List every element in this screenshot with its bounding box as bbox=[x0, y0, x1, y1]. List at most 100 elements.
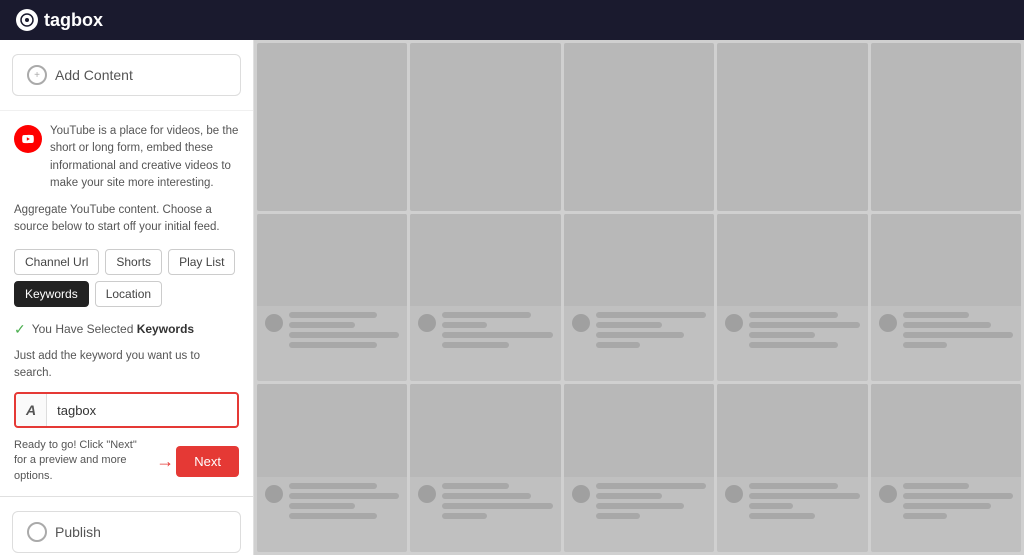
cell-lines bbox=[289, 312, 399, 348]
cell-line bbox=[442, 483, 508, 489]
grid-cell bbox=[257, 214, 407, 382]
keyword-prefix: A bbox=[16, 394, 47, 426]
cell-line bbox=[289, 332, 399, 338]
cell-line bbox=[903, 513, 947, 519]
cell-avatar bbox=[572, 314, 590, 332]
grid-cell-image bbox=[717, 214, 867, 306]
cell-lines bbox=[749, 312, 859, 348]
cell-line bbox=[596, 312, 706, 318]
grid-cell-content bbox=[410, 477, 560, 552]
cell-lines bbox=[596, 483, 706, 519]
grid-cell-content bbox=[410, 306, 560, 381]
keyword-input[interactable] bbox=[47, 395, 237, 426]
cell-avatar bbox=[265, 485, 283, 503]
cell-line bbox=[903, 493, 1013, 499]
cell-lines bbox=[442, 483, 552, 519]
cell-line bbox=[749, 503, 793, 509]
selected-label: You Have Selected Keywords bbox=[32, 322, 194, 336]
grid-cell-content bbox=[257, 306, 407, 381]
source-btn-location[interactable]: Location bbox=[95, 281, 162, 307]
logo-text: tagbox bbox=[44, 10, 103, 31]
content-grid bbox=[254, 40, 1024, 555]
source-btn-shorts[interactable]: Shorts bbox=[105, 249, 162, 275]
cell-lines bbox=[596, 312, 706, 348]
grid-cell bbox=[717, 384, 867, 552]
cell-line bbox=[289, 513, 377, 519]
grid-cell bbox=[564, 214, 714, 382]
grid-cell bbox=[410, 214, 560, 382]
grid-cell-image bbox=[717, 384, 867, 476]
grid-cell-image bbox=[410, 43, 560, 211]
grid-cell bbox=[410, 384, 560, 552]
add-content-button[interactable]: + Add Content bbox=[12, 54, 241, 96]
selected-indicator: ✓ You Have Selected Keywords bbox=[14, 321, 239, 338]
cell-line bbox=[442, 503, 552, 509]
grid-cell bbox=[871, 214, 1021, 382]
grid-cell bbox=[257, 43, 407, 211]
grid-cell-image bbox=[410, 384, 560, 476]
main-layout: + Add Content YouTube is a place for vid… bbox=[0, 40, 1024, 555]
keyword-input-wrapper: A bbox=[16, 394, 237, 426]
grid-cell bbox=[410, 43, 560, 211]
cell-avatar bbox=[418, 314, 436, 332]
cell-line bbox=[289, 493, 399, 499]
keyword-input-container: A bbox=[14, 392, 239, 428]
cell-line bbox=[596, 513, 640, 519]
cell-line bbox=[903, 332, 1013, 338]
grid-cell-image bbox=[564, 214, 714, 306]
cell-avatar bbox=[725, 314, 743, 332]
cell-avatar bbox=[879, 314, 897, 332]
cell-line bbox=[749, 342, 837, 348]
grid-cell-image bbox=[717, 43, 867, 211]
cell-line bbox=[289, 342, 377, 348]
grid-cell-image bbox=[257, 384, 407, 476]
cell-line bbox=[903, 322, 991, 328]
youtube-description: YouTube is a place for videos, be the sh… bbox=[50, 123, 239, 192]
cell-lines bbox=[903, 312, 1013, 348]
add-content-icon: + bbox=[27, 65, 47, 85]
publish-button[interactable]: Publish bbox=[12, 511, 241, 553]
grid-cell-content bbox=[564, 477, 714, 552]
cell-lines bbox=[903, 483, 1013, 519]
cell-line bbox=[596, 483, 706, 489]
grid-cell-image bbox=[871, 214, 1021, 306]
grid-cell-content bbox=[871, 477, 1021, 552]
grid-cell-image bbox=[410, 214, 560, 306]
cell-line bbox=[749, 483, 837, 489]
next-instruction-text: Ready to go! Click "Next" for a preview … bbox=[14, 438, 150, 484]
cell-line bbox=[442, 332, 552, 338]
grid-cell bbox=[717, 43, 867, 211]
next-arrow-icon: → bbox=[156, 451, 174, 472]
cell-avatar bbox=[418, 485, 436, 503]
cell-line bbox=[289, 312, 377, 318]
next-button[interactable]: Next bbox=[176, 446, 239, 477]
source-btn-keywords[interactable]: Keywords bbox=[14, 281, 89, 307]
header: tagbox bbox=[0, 0, 1024, 40]
cell-line bbox=[442, 312, 530, 318]
grid-cell bbox=[717, 214, 867, 382]
source-btn-playlist[interactable]: Play List bbox=[168, 249, 235, 275]
source-btn-channel-url[interactable]: Channel Url bbox=[14, 249, 99, 275]
youtube-info: YouTube is a place for videos, be the sh… bbox=[14, 123, 239, 192]
cell-line bbox=[903, 503, 991, 509]
cell-line bbox=[903, 312, 969, 318]
cell-avatar bbox=[265, 314, 283, 332]
logo: tagbox bbox=[16, 9, 103, 31]
cell-line bbox=[749, 332, 815, 338]
cell-line bbox=[596, 322, 662, 328]
cell-line bbox=[749, 322, 859, 328]
cell-line bbox=[596, 332, 684, 338]
cell-line bbox=[749, 513, 815, 519]
cell-line bbox=[442, 513, 486, 519]
cell-lines bbox=[749, 483, 859, 519]
cell-lines bbox=[442, 312, 552, 348]
source-buttons-group: Channel Url Shorts Play List Keywords Lo… bbox=[14, 249, 239, 307]
cell-line bbox=[596, 342, 640, 348]
cell-avatar bbox=[725, 485, 743, 503]
add-content-section: + Add Content bbox=[0, 40, 253, 111]
cell-line bbox=[749, 312, 837, 318]
cell-line bbox=[442, 342, 508, 348]
add-content-label: Add Content bbox=[55, 67, 133, 83]
grid-cell-content bbox=[717, 306, 867, 381]
grid-cell-content bbox=[717, 477, 867, 552]
